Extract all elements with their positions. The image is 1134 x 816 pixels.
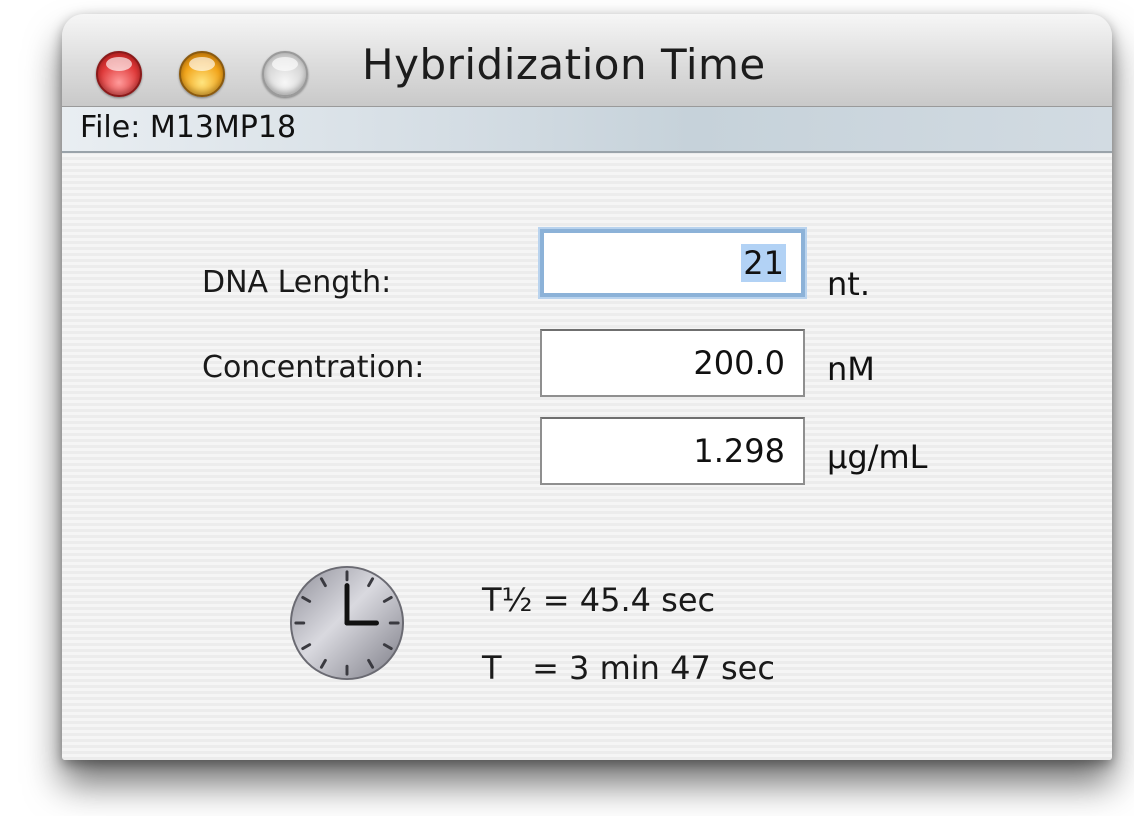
concentration-ug-value: 1.298: [693, 432, 785, 470]
file-bar: File: M13MP18: [62, 107, 1112, 153]
t-half-result: T½ = 45.4 sec: [482, 581, 716, 619]
dna-length-unit: nt.: [827, 265, 870, 303]
concentration-label: Concentration:: [202, 350, 425, 385]
window-title: Hybridization Time: [362, 40, 766, 89]
concentration-nm-field[interactable]: 200.0: [540, 329, 805, 397]
concentration-nm-unit: nM: [827, 350, 875, 388]
concentration-ug-unit: µg/mL: [827, 438, 928, 476]
zoom-button[interactable]: [262, 51, 308, 97]
dna-length-value: 21: [741, 244, 786, 282]
minimize-button[interactable]: [179, 51, 225, 97]
close-button[interactable]: [96, 51, 142, 97]
dna-length-field[interactable]: 21: [540, 229, 805, 297]
hybridization-window: Hybridization Time File: M13MP18 DNA Len…: [62, 14, 1112, 760]
file-label: File: M13MP18: [80, 110, 297, 145]
dna-length-label: DNA Length:: [202, 265, 392, 300]
clock-icon: [289, 565, 405, 681]
title-bar[interactable]: Hybridization Time: [62, 14, 1112, 107]
concentration-ug-field[interactable]: 1.298: [540, 417, 805, 485]
t-total-result: T = 3 min 47 sec: [482, 649, 775, 687]
content-area: DNA Length: 21 nt. Concentration: 200.0 …: [62, 153, 1112, 760]
concentration-nm-value: 200.0: [693, 344, 785, 382]
